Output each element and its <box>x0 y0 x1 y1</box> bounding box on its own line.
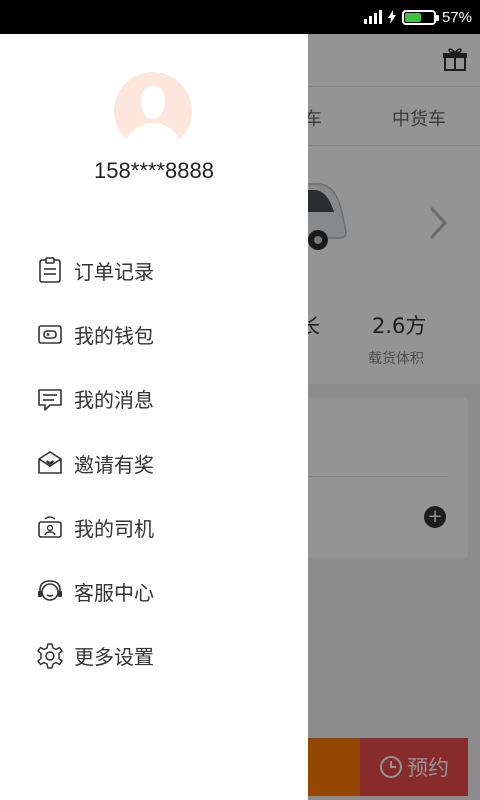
menu-item-messages[interactable]: 我的消息 <box>0 367 308 431</box>
battery-icon <box>401 9 439 25</box>
wallet-icon <box>38 325 62 345</box>
signal-icon <box>363 10 382 24</box>
menu-item-wallet[interactable]: 我的钱包 <box>0 302 308 366</box>
gear-icon <box>37 643 63 669</box>
message-icon <box>38 388 62 411</box>
menu-item-label: 客服中心 <box>74 581 154 606</box>
menu-item-label: 我的钱包 <box>74 323 154 348</box>
menu-item-label: 更多设置 <box>74 645 154 670</box>
customer-service-icon <box>38 579 62 601</box>
clipboard-icon <box>39 257 61 283</box>
charging-icon <box>387 10 396 24</box>
user-phone: 158****8888 <box>94 158 214 183</box>
menu-item-drivers[interactable]: 我的司机 <box>0 495 308 559</box>
menu-item-label: 邀请有奖 <box>74 452 154 477</box>
avatar[interactable] <box>114 72 192 150</box>
menu-item-label: 我的司机 <box>74 516 154 541</box>
navigation-drawer: 158****8888 订单记录 我的钱包 我的消息 邀请有奖 我的司机 客服中… <box>0 34 308 800</box>
menu-item-invite[interactable]: 邀请有奖 <box>0 431 308 495</box>
battery-percent: 57% <box>441 8 472 26</box>
status-bar: 57% <box>0 0 480 34</box>
menu-item-label: 订单记录 <box>74 259 154 284</box>
status-indicators: 57% <box>363 0 472 34</box>
user-avatar-icon <box>124 86 182 150</box>
menu-item-settings[interactable]: 更多设置 <box>0 624 308 688</box>
drawer-menu: 订单记录 我的钱包 我的消息 邀请有奖 我的司机 客服中心 更多设置 <box>0 238 308 688</box>
menu-item-label: 我的消息 <box>74 388 154 413</box>
invite-envelope-icon <box>38 451 62 474</box>
menu-item-customer-service[interactable]: 客服中心 <box>0 559 308 623</box>
menu-item-orders[interactable]: 订单记录 <box>0 238 308 302</box>
driver-icon <box>38 516 62 539</box>
